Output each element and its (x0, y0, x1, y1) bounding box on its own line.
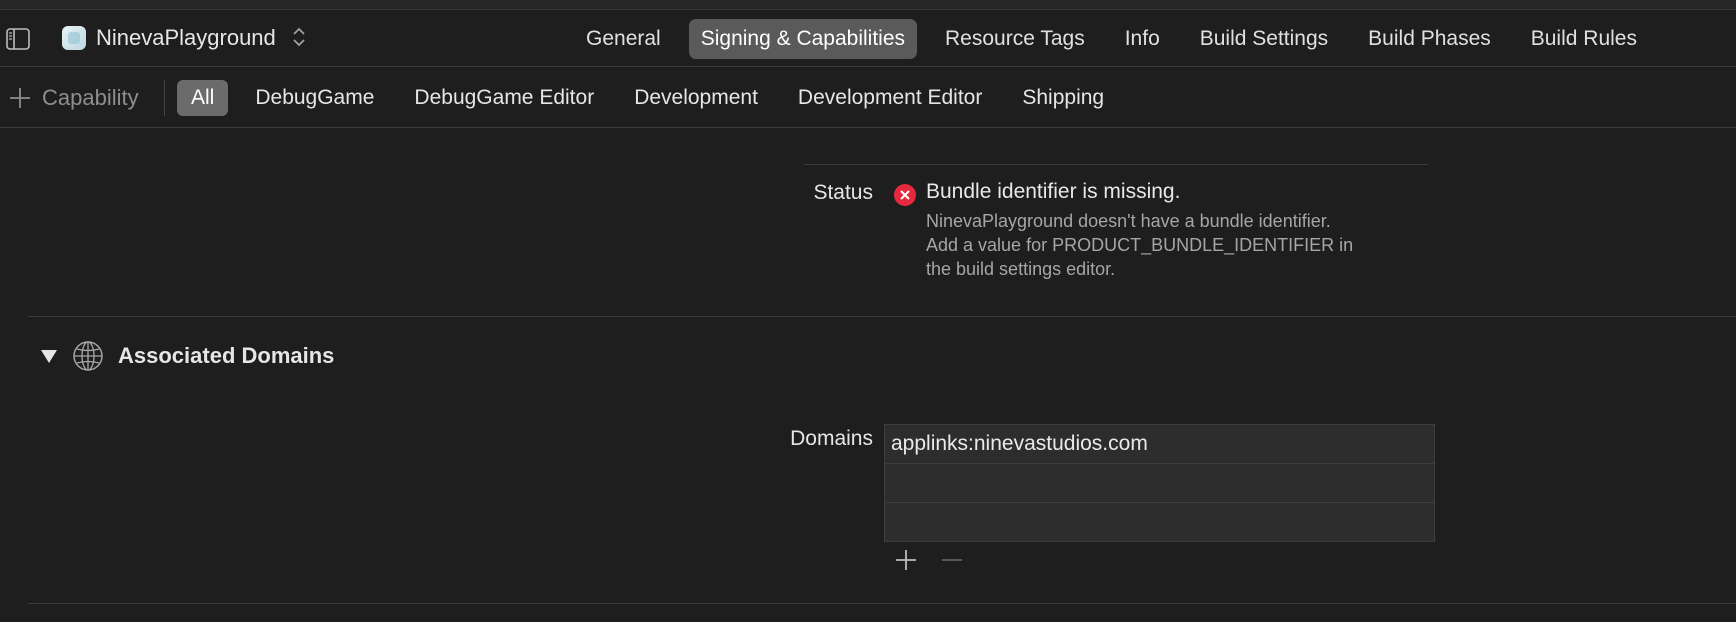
sidebar-toggle-icon[interactable] (6, 28, 30, 50)
status-title: Bundle identifier is missing. (926, 180, 1181, 203)
plus-icon (8, 86, 32, 110)
add-capability-label: Capability (42, 85, 139, 110)
status-detail-line: NinevaPlayground doesn't have a bundle i… (926, 211, 1331, 231)
domain-row[interactable]: applinks:ninevastudios.com (885, 425, 1434, 464)
filter-development[interactable]: Development (621, 80, 771, 116)
bottom-divider (28, 603, 1736, 604)
configuration-filter-bar: Capability All DebugGame DebugGame Edito… (0, 68, 1736, 128)
section-divider (28, 316, 1736, 317)
target-selector-label[interactable]: NinevaPlayground (96, 25, 276, 51)
globe-icon (72, 340, 104, 372)
configuration-filters: All DebugGame DebugGame Editor Developme… (177, 80, 1131, 116)
filter-divider (164, 80, 165, 116)
editor-header: NinevaPlayground General Signing & Capab… (0, 11, 1736, 67)
error-x-icon (893, 183, 917, 207)
filter-shipping[interactable]: Shipping (1009, 80, 1117, 116)
tab-signing-capabilities[interactable]: Signing & Capabilities (688, 19, 918, 59)
minus-icon[interactable] (940, 548, 964, 572)
tab-build-rules[interactable]: Build Rules (1519, 19, 1649, 59)
section-title: Associated Domains (118, 343, 335, 368)
status-detail-line: Add a value for PRODUCT_BUNDLE_IDENTIFIE… (926, 235, 1354, 255)
status-detail: NinevaPlayground doesn't have a bundle i… (926, 209, 1446, 281)
tab-build-phases[interactable]: Build Phases (1356, 19, 1503, 59)
status-detail-line: the build settings editor. (926, 259, 1116, 279)
up-down-chevron-icon[interactable] (291, 24, 307, 50)
window-top-strip (0, 0, 1736, 10)
add-domain-button[interactable] (894, 548, 918, 572)
filter-all[interactable]: All (177, 80, 229, 116)
tab-general[interactable]: General (574, 19, 673, 59)
filter-debuggame[interactable]: DebugGame (242, 80, 387, 116)
add-capability-button[interactable]: Capability (8, 83, 139, 113)
filter-development-editor[interactable]: Development Editor (785, 80, 995, 116)
associated-domains-header[interactable]: Associated Domains (40, 340, 334, 372)
filter-debuggame-editor[interactable]: DebugGame Editor (401, 80, 607, 116)
editor-tabs: General Signing & Capabilities Resource … (574, 19, 1665, 59)
tab-info[interactable]: Info (1113, 19, 1172, 59)
domain-row[interactable] (885, 503, 1434, 542)
disclosure-triangle-icon[interactable] (40, 347, 58, 365)
tab-resource-tags[interactable]: Resource Tags (933, 19, 1097, 59)
tab-build-settings[interactable]: Build Settings (1188, 19, 1340, 59)
domains-table: applinks:ninevastudios.com (884, 424, 1435, 542)
status-top-divider (804, 164, 1428, 165)
status-label: Status (813, 181, 873, 204)
domains-label: Domains (790, 427, 873, 450)
app-target-icon[interactable] (62, 26, 86, 50)
domain-row[interactable] (885, 464, 1434, 503)
